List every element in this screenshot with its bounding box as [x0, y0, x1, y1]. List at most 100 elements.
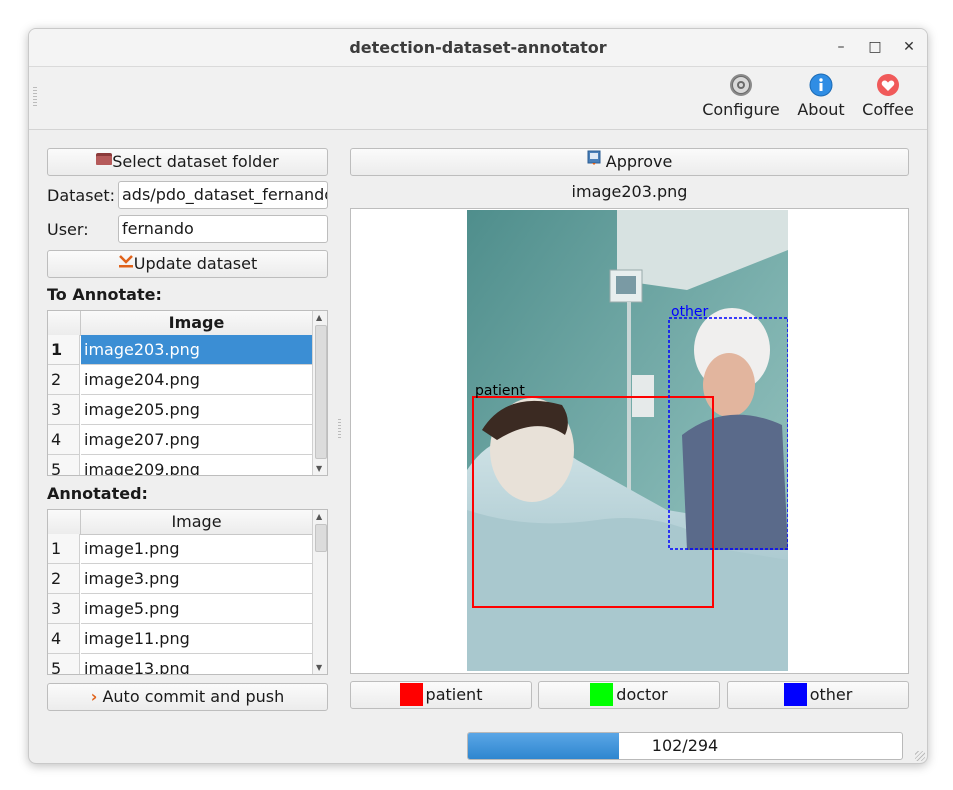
image-name-cell[interactable]: image3.png	[81, 564, 312, 594]
row-number[interactable]: 1	[48, 335, 80, 365]
close-icon[interactable]: ✕	[901, 39, 917, 55]
table-row[interactable]: 2 image3.png	[48, 564, 312, 594]
bounding-box-label: patient	[475, 383, 525, 399]
table-header: Image	[48, 311, 312, 336]
chevron-right-icon: ›	[90, 687, 98, 706]
table-row[interactable]: 4 image207.png	[48, 425, 312, 455]
table-row[interactable]: 2 image204.png	[48, 365, 312, 395]
approve-label: Approve	[605, 152, 673, 171]
scrollbar-thumb[interactable]	[315, 524, 327, 552]
image-name-cell[interactable]: image5.png	[81, 594, 312, 624]
photo-background	[467, 210, 788, 671]
table-row[interactable]: 1 image1.png	[48, 534, 312, 564]
table-row[interactable]: 4 image11.png	[48, 624, 312, 654]
info-icon	[809, 73, 833, 97]
update-dataset-button[interactable]: Update dataset	[47, 250, 328, 278]
table-row[interactable]: 3 image5.png	[48, 594, 312, 624]
image-name-cell[interactable]: image11.png	[81, 624, 312, 654]
toolbar-handle[interactable]	[33, 87, 37, 107]
image-name-cell[interactable]: image205.png	[81, 395, 312, 425]
row-number[interactable]: 2	[48, 365, 80, 395]
to-annotate-table[interactable]: Image 1 image203.png 2 image204.png 3 image20…	[47, 310, 328, 476]
vertical-scrollbar[interactable]: ▲ ▼	[312, 311, 327, 475]
coffee-button[interactable]: Coffee	[859, 73, 917, 119]
table-header: Image	[48, 510, 312, 535]
dataset-path-field[interactable]: ads/pdo_dataset_fernando	[118, 181, 328, 209]
user-label: User:	[47, 220, 89, 239]
scrollbar-thumb[interactable]	[315, 325, 327, 459]
table-corner	[48, 311, 81, 335]
table-row[interactable]: 1 image203.png	[48, 335, 312, 365]
class-button-doctor[interactable]: doctor	[538, 681, 720, 709]
image-name-cell[interactable]: image13.png	[81, 654, 312, 674]
class-label: patient	[425, 685, 483, 704]
row-number[interactable]: 3	[48, 594, 80, 624]
coffee-label: Coffee	[862, 100, 914, 119]
progress-bar: 102/294	[467, 732, 903, 760]
auto-commit-button[interactable]: › Auto commit and push	[47, 683, 328, 711]
download-icon	[118, 250, 134, 276]
row-number[interactable]: 5	[48, 455, 80, 475]
resize-grip-icon[interactable]	[915, 751, 925, 761]
configure-label: Configure	[702, 100, 780, 119]
bounding-box-label: other	[671, 304, 709, 320]
row-number[interactable]: 5	[48, 654, 80, 674]
splitter-handle[interactable]	[338, 419, 341, 439]
scroll-down-icon[interactable]: ▼	[316, 464, 322, 473]
about-button[interactable]: About	[793, 73, 849, 119]
image-name-cell[interactable]: image1.png	[81, 534, 312, 564]
app-window: detection-dataset-annotator – □ ✕ Config…	[28, 28, 928, 764]
class-button-other[interactable]: other	[727, 681, 909, 709]
image-name-cell[interactable]: image209.png	[81, 455, 312, 475]
select-dataset-folder-label: Select dataset folder	[112, 152, 279, 171]
class-label: other	[809, 685, 853, 704]
vertical-scrollbar[interactable]: ▲ ▼	[312, 510, 327, 674]
approve-button[interactable]: Approve	[350, 148, 909, 176]
gear-icon	[729, 73, 753, 97]
configure-button[interactable]: Configure	[701, 73, 781, 119]
column-header-image[interactable]: Image	[81, 510, 312, 534]
table-corner	[48, 510, 81, 534]
table-row[interactable]: 5 image13.png	[48, 654, 312, 674]
table-row[interactable]: 3 image205.png	[48, 395, 312, 425]
folder-icon	[96, 148, 113, 174]
scroll-up-icon[interactable]: ▲	[316, 313, 322, 322]
class-label: doctor	[616, 685, 668, 704]
title-bar: detection-dataset-annotator – □ ✕	[29, 29, 927, 67]
image-name-cell[interactable]: image207.png	[81, 425, 312, 455]
annotated-title: Annotated:	[47, 484, 148, 503]
maximize-icon[interactable]: □	[867, 39, 883, 55]
row-number[interactable]: 4	[48, 425, 80, 455]
row-number[interactable]: 4	[48, 624, 80, 654]
heart-icon	[876, 73, 900, 97]
annotated-table[interactable]: Image 1 image1.png 2 image3.png 3 image5.png 4…	[47, 509, 328, 675]
image-name-cell[interactable]: image203.png	[81, 335, 312, 365]
select-dataset-folder-button[interactable]: Select dataset folder	[47, 148, 328, 176]
user-field[interactable]: fernando	[118, 215, 328, 243]
image-name-label: image203.png	[571, 182, 688, 201]
update-dataset-label: Update dataset	[133, 254, 258, 273]
dataset-label: Dataset:	[47, 186, 116, 205]
auto-commit-label: Auto commit and push	[102, 687, 285, 706]
column-header-image[interactable]: Image	[81, 311, 312, 335]
color-swatch	[783, 682, 807, 706]
about-label: About	[797, 100, 845, 119]
row-number[interactable]: 2	[48, 564, 80, 594]
to-annotate-title: To Annotate:	[47, 285, 162, 304]
approve-icon	[587, 148, 601, 174]
row-number[interactable]: 3	[48, 395, 80, 425]
color-swatch	[590, 682, 614, 706]
image-canvas[interactable]: patient other	[467, 210, 788, 671]
class-button-patient[interactable]: patient	[350, 681, 532, 709]
image-name-cell[interactable]: image204.png	[81, 365, 312, 395]
row-number[interactable]: 1	[48, 534, 80, 564]
color-swatch	[399, 682, 423, 706]
progress-text: 102/294	[651, 736, 719, 755]
table-row[interactable]: 5 image209.png	[48, 455, 312, 475]
toolbar: Configure About Coffee	[29, 67, 927, 130]
scroll-up-icon[interactable]: ▲	[316, 512, 322, 521]
image-view[interactable]: patient other	[350, 208, 909, 674]
minimize-icon[interactable]: –	[833, 39, 849, 55]
scroll-down-icon[interactable]: ▼	[316, 663, 322, 672]
window-title: detection-dataset-annotator	[349, 38, 607, 57]
